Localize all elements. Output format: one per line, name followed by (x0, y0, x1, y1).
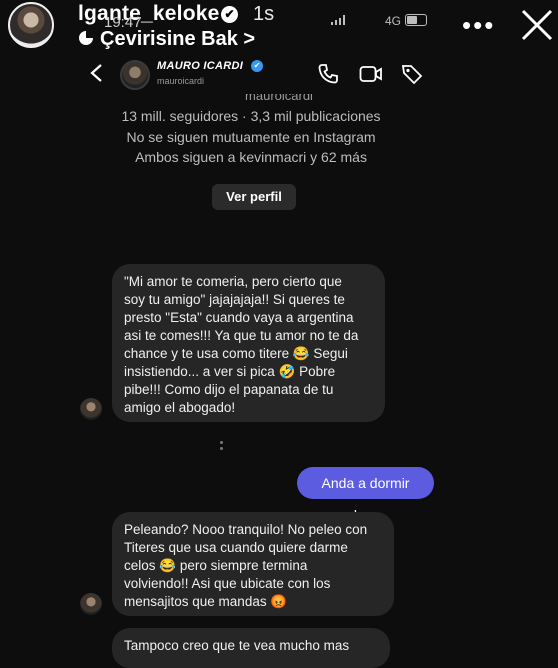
more-options-button[interactable]: ••• (462, 10, 495, 41)
translate-icon (79, 31, 93, 45)
message-line: "Mi amor te comeria, pero cierto que (124, 274, 342, 289)
message-incoming[interactable]: Tampoco creo que te vea mucho mas (112, 628, 390, 668)
separator-dot (220, 447, 223, 450)
story-header: lgante_keloke ✔ 1s 19:47 Çevirisine Bak … (0, 0, 558, 58)
message-line: volviendo!! Asi que ubicate con los (124, 576, 331, 591)
message-line: mensajitos que mandas 😡 (124, 594, 288, 609)
video-icon[interactable] (359, 64, 383, 84)
story-avatar[interactable] (8, 2, 54, 48)
battery-icon (405, 14, 427, 26)
profile-handle-cut: mauroicardi (245, 94, 313, 102)
dm-verified-icon: ✔ (251, 60, 263, 72)
phone-icon[interactable] (317, 63, 339, 85)
message-line: presto "Esta" cuando vaya a argentina (124, 310, 354, 325)
mutual-followers: Ambos siguen a kevinmacri y 62 más (135, 149, 367, 165)
message-line: celos 😂 pero siempre termina (124, 558, 308, 573)
verified-icon: ✔ (221, 6, 238, 23)
message-incoming[interactable]: "Mi amor te comeria, pero cierto que soy… (112, 264, 385, 422)
view-profile-button[interactable]: Ver perfil (212, 184, 296, 210)
story-time: 1s (253, 3, 275, 25)
close-icon[interactable] (518, 6, 556, 44)
message-outgoing[interactable]: Anda a dormir loro (297, 467, 434, 523)
sender-avatar[interactable] (80, 398, 102, 420)
message-line: insistiendo... a ver si pica 🤣 Pobre (124, 364, 336, 379)
dm-contact-name[interactable]: MAURO ICARDI (157, 60, 243, 72)
dm-avatar[interactable] (120, 60, 150, 90)
message-line: asi te comes!!! Ya que tu amor no te da (124, 328, 359, 343)
dm-contact-handle: mauroicardi (157, 76, 205, 86)
message-line: amigo el abogado! (124, 400, 236, 415)
message-line: pibe!!! Como dijo el papanata de tu (124, 382, 334, 397)
back-icon[interactable] (87, 62, 107, 84)
story-username[interactable]: lgante_keloke (78, 2, 220, 26)
message-line: Titeres que usa cuando quiere darme (124, 540, 348, 555)
message-line: Tampoco creo que te vea mucho mas (124, 638, 350, 653)
translate-link[interactable]: Çevirisine Bak > (100, 28, 255, 51)
follow-status: No se siguen mutuamente en Instagram (126, 129, 376, 145)
message-line: chance y te usa como titere 😂 Segui (124, 346, 348, 361)
message-incoming[interactable]: Peleando? Nooo tranquilo! No peleo con T… (112, 512, 394, 616)
sender-avatar[interactable] (80, 593, 102, 615)
message-line: soy tu amigo" jajajajaja!! Si queres te (124, 292, 345, 307)
separator-dot (220, 441, 223, 444)
signal-icon (331, 15, 345, 25)
profile-stats: 13 mill. seguidores · 3,3 mil publicacio… (121, 108, 381, 124)
network-label: 4G (385, 14, 402, 28)
message-line: Peleando? Nooo tranquilo! No peleo con (124, 522, 368, 537)
tag-icon[interactable] (400, 62, 424, 86)
